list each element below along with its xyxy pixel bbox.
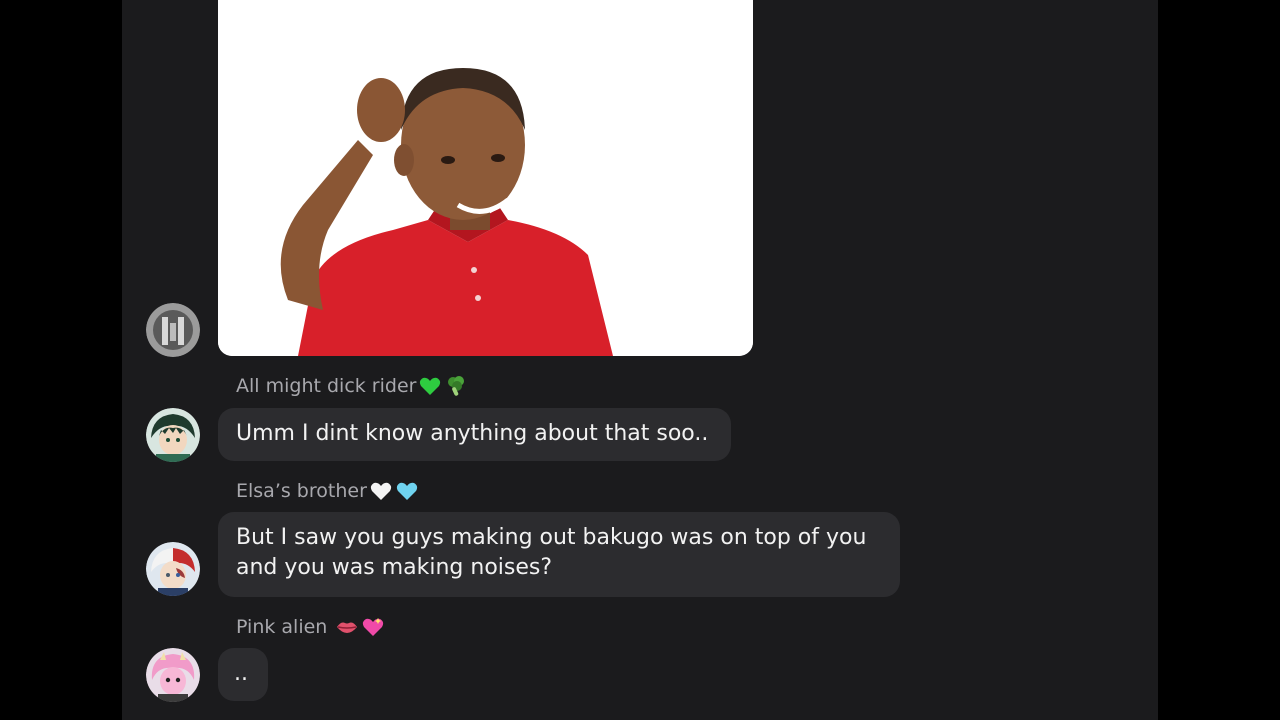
white-heart-icon xyxy=(369,479,393,503)
message-text: Umm I dint know anything about that soo.… xyxy=(236,421,709,446)
sender-name: Elsa’s brother xyxy=(236,479,419,503)
message-text: But I saw you guys making out bakugo was… xyxy=(236,525,867,580)
image-message-attachment[interactable] xyxy=(218,0,753,356)
sender-name-text: Elsa’s brother xyxy=(236,480,367,502)
message-text: .. xyxy=(234,661,248,686)
sender-name: All might dick rider xyxy=(236,374,468,398)
sparkling-heart-icon xyxy=(361,615,385,639)
screen: All might dick rider Umm I dint know any… xyxy=(0,0,1280,720)
red-white-hair-avatar[interactable] xyxy=(146,542,200,596)
gray-mecha-avatar[interactable] xyxy=(146,303,200,357)
lips-icon xyxy=(335,615,359,639)
pink-hair-avatar[interactable] xyxy=(146,648,200,702)
green-heart-icon xyxy=(418,374,442,398)
chat-message-list[interactable]: All might dick rider Umm I dint know any… xyxy=(122,0,1158,720)
broccoli-icon xyxy=(444,374,468,398)
message-bubble[interactable]: .. xyxy=(218,648,268,701)
light-blue-heart-icon xyxy=(395,479,419,503)
message-bubble[interactable]: But I saw you guys making out bakugo was… xyxy=(218,512,900,597)
sender-name: Pink alien xyxy=(236,615,385,639)
sender-name-text: All might dick rider xyxy=(236,375,417,397)
sender-name-text: Pink alien xyxy=(236,616,328,638)
meme-boy-scratching-head-image xyxy=(218,0,753,356)
message-bubble[interactable]: Umm I dint know anything about that soo.… xyxy=(218,408,731,461)
green-hair-hero-avatar[interactable] xyxy=(146,408,200,462)
